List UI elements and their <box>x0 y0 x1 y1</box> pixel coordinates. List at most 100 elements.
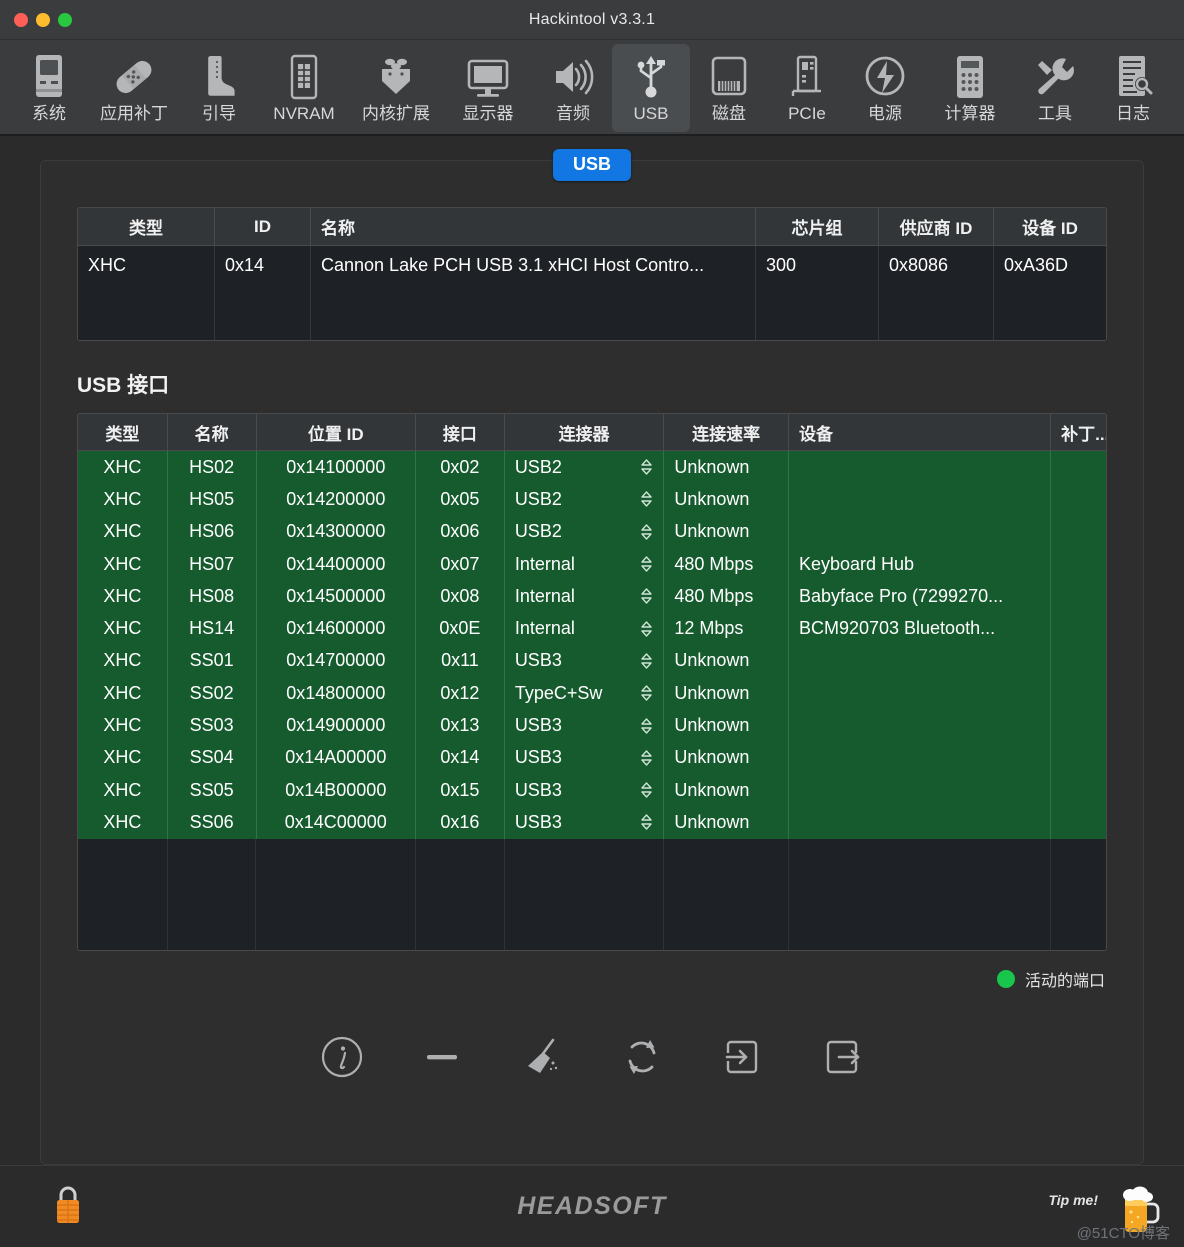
cell-connector[interactable]: USB3 <box>505 741 665 774</box>
connector-stepper[interactable] <box>640 750 653 766</box>
col-header-type[interactable]: 类型 <box>78 414 168 450</box>
table-row[interactable]: XHC SS06 0x14C00000 0x16 USB3 Unknown <box>78 806 1106 839</box>
col-header-device[interactable]: 设备 <box>789 414 1052 450</box>
toolbar-item-disk[interactable]: 磁盘 <box>690 44 768 132</box>
close-button[interactable] <box>14 12 28 27</box>
cell-connector[interactable]: USB3 <box>505 773 665 807</box>
toolbar-item-power[interactable]: 电源 <box>846 44 924 132</box>
cell-connector[interactable]: USB3 <box>505 709 665 742</box>
table-row[interactable]: XHC HS07 0x14400000 0x07 Internal 480 Mbps Key… <box>78 547 1106 581</box>
connector-stepper[interactable] <box>640 717 653 734</box>
cell-port: 0x05 <box>416 483 505 516</box>
table-row[interactable]: XHC HS05 0x14200000 0x05 USB2 Unknown <box>78 483 1106 516</box>
import-button[interactable] <box>719 1034 765 1080</box>
boot-icon <box>198 50 240 104</box>
connector-stepper[interactable] <box>640 556 653 572</box>
connector-stepper[interactable] <box>640 653 653 669</box>
connector-stepper[interactable] <box>640 459 653 475</box>
col-header-speed[interactable]: 连接速率 <box>664 414 789 450</box>
toolbar-label: PCIe <box>788 104 826 123</box>
table-row[interactable]: XHC HS14 0x14600000 0x0E Internal 12 Mbps BCM9… <box>78 612 1106 645</box>
cell-speed: 480 Mbps <box>664 580 789 613</box>
cell-speed: Unknown <box>664 515 789 548</box>
toolbar-item-tools[interactable]: 工具 <box>1016 44 1094 132</box>
toolbar-item-kext[interactable]: 内核扩展 <box>350 44 442 132</box>
cell-patch <box>1051 516 1106 548</box>
toolbar-item-system[interactable]: 系统 <box>10 44 88 132</box>
toolbar-item-calculator[interactable]: 计算器 <box>924 44 1016 132</box>
cell-connector[interactable]: USB2 <box>505 483 665 516</box>
refresh-button[interactable] <box>619 1034 665 1080</box>
cell-speed: Unknown <box>664 451 789 484</box>
info-button[interactable] <box>319 1034 365 1080</box>
table-row[interactable]: XHC HS08 0x14500000 0x08 Internal 480 Mbps Bab… <box>78 580 1106 613</box>
toolbar-item-audio[interactable]: 音频 <box>534 44 612 132</box>
table-row[interactable]: XHC HS06 0x14300000 0x06 USB2 Unknown <box>78 515 1106 548</box>
table-row[interactable]: XHC SS04 0x14A00000 0x14 USB3 Unknown <box>78 741 1106 774</box>
toolbar-item-display[interactable]: 显示器 <box>442 44 534 132</box>
table-row[interactable]: XHC SS02 0x14800000 0x12 TypeC+Sw Unknown <box>78 677 1106 710</box>
cell-device <box>789 483 1052 516</box>
connector-stepper[interactable] <box>640 491 653 508</box>
col-header-type[interactable]: 类型 <box>78 208 215 245</box>
table-empty-row <box>78 838 1106 876</box>
table-row[interactable]: XHC SS03 0x14900000 0x13 USB3 Unknown <box>78 709 1106 742</box>
col-header-port[interactable]: 接口 <box>416 414 505 450</box>
toolbar-label: 计算器 <box>944 104 996 123</box>
toolbar-item-app-patch[interactable]: 应用补丁 <box>88 44 180 132</box>
cell-connector[interactable]: Internal <box>505 580 665 613</box>
col-header-connector[interactable]: 连接器 <box>505 414 665 450</box>
cell-connector[interactable]: USB3 <box>505 806 665 839</box>
export-button[interactable] <box>819 1034 865 1080</box>
table-row[interactable]: XHC 0x14 Cannon Lake PCH USB 3.1 xHCI Ho… <box>78 246 1106 284</box>
cell-device <box>789 451 1052 484</box>
connector-stepper[interactable] <box>640 588 653 605</box>
cell-chipset: 300 <box>756 246 879 284</box>
col-header-id[interactable]: ID <box>215 208 311 245</box>
table-row[interactable]: XHC SS05 0x14B00000 0x15 USB3 Unknown <box>78 773 1106 807</box>
cell-connector[interactable]: Internal <box>505 612 665 645</box>
cell-type: XHC <box>78 515 168 548</box>
col-header-patch[interactable]: 补丁... <box>1051 414 1106 450</box>
connector-stepper[interactable] <box>640 685 653 701</box>
zoom-button[interactable] <box>58 12 72 27</box>
tab-strip: USB <box>77 149 1107 207</box>
cell-connector[interactable]: USB2 <box>505 515 665 548</box>
cell-device <box>789 773 1052 807</box>
toolbar-item-log[interactable]: 日志 <box>1094 44 1172 132</box>
connector-stepper[interactable] <box>640 620 653 637</box>
tip-me-label[interactable]: Tip me! <box>1048 1192 1098 1208</box>
lock-icon[interactable] <box>50 1181 86 1232</box>
cell-connector[interactable]: TypeC+Sw <box>505 677 665 710</box>
remove-button[interactable] <box>419 1034 465 1080</box>
cell-connector[interactable]: Internal <box>505 547 665 581</box>
toolbar-label: 系统 <box>32 104 66 123</box>
toolbar-item-nvram[interactable]: NVRAM <box>258 44 350 132</box>
table-row[interactable]: XHC HS02 0x14100000 0x02 USB2 Unknown <box>78 451 1106 484</box>
table-row[interactable]: XHC SS01 0x14700000 0x11 USB3 Unknown <box>78 644 1106 678</box>
col-header-location[interactable]: 位置 ID <box>257 414 417 450</box>
toolbar-item-pcie[interactable]: PCIe <box>768 44 846 132</box>
tab-usb[interactable]: USB <box>552 149 631 181</box>
bandage-icon <box>111 50 157 104</box>
connector-stepper[interactable] <box>640 524 653 540</box>
connector-stepper[interactable] <box>640 782 653 798</box>
connector-value: USB3 <box>514 811 562 832</box>
minimize-button[interactable] <box>36 12 50 27</box>
connector-stepper[interactable] <box>640 814 653 831</box>
cell-location: 0x14600000 <box>257 612 417 645</box>
col-header-device-id[interactable]: 设备 ID <box>994 208 1106 245</box>
toolbar-item-usb[interactable]: USB <box>612 44 690 132</box>
col-header-name[interactable]: 名称 <box>311 208 756 245</box>
cell-location: 0x14A00000 <box>257 741 417 774</box>
toolbar-item-boot[interactable]: 引导 <box>180 44 258 132</box>
clear-button[interactable] <box>519 1034 565 1080</box>
cell-connector[interactable]: USB2 <box>505 451 665 484</box>
col-header-chipset[interactable]: 芯片组 <box>756 208 879 245</box>
col-header-vendor-id[interactable]: 供应商 ID <box>879 208 994 245</box>
connector-value: USB2 <box>514 488 562 509</box>
controller-table-header: 类型 ID 名称 芯片组 供应商 ID 设备 ID <box>78 208 1106 246</box>
cell-connector[interactable]: USB3 <box>505 644 665 678</box>
action-bar <box>77 1019 1107 1095</box>
col-header-name[interactable]: 名称 <box>168 414 257 450</box>
